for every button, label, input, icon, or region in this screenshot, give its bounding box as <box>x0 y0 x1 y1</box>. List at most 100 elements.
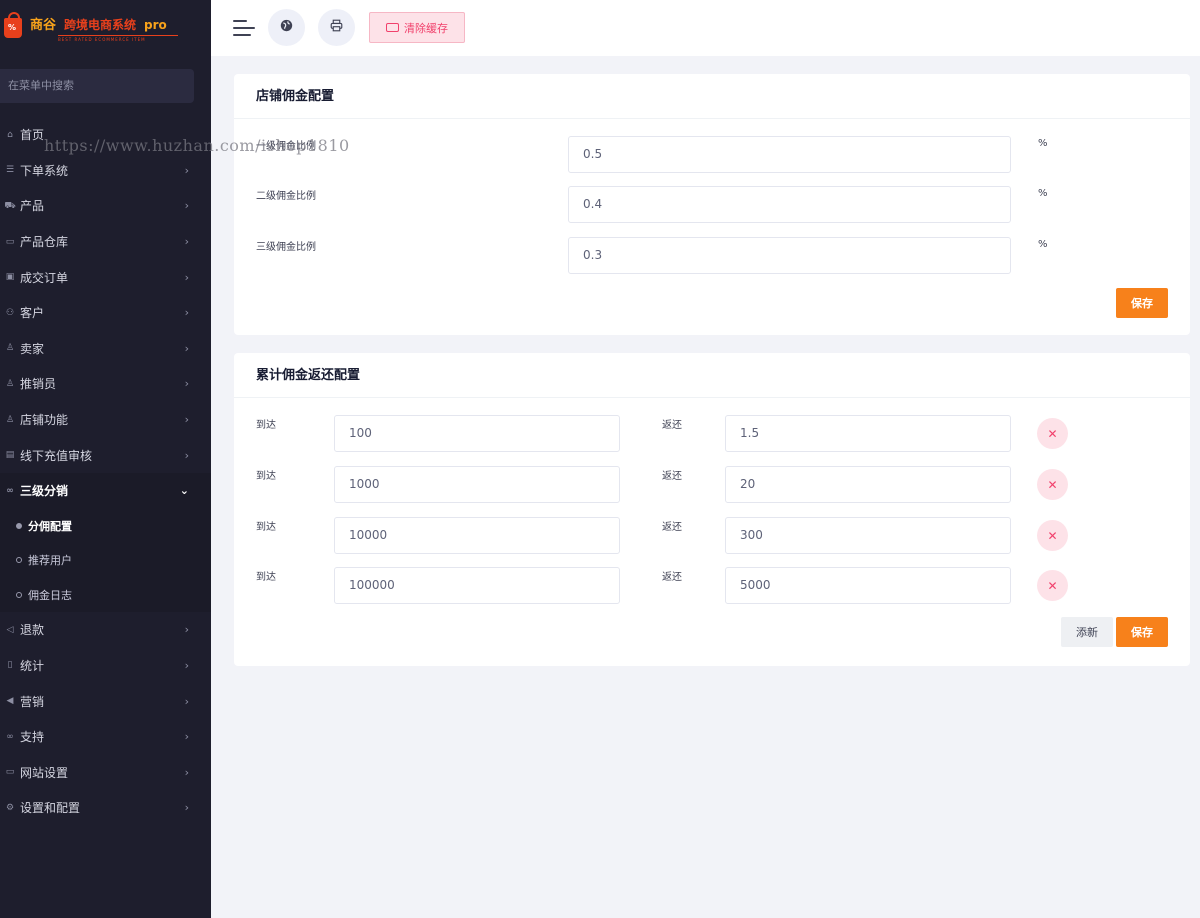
sidebar-item-label: 三级分销 <box>20 484 69 499</box>
brand-name-1: 商谷 <box>30 18 57 33</box>
menu-toggle-icon[interactable] <box>233 18 255 38</box>
commission-save-button[interactable]: 保存 <box>1116 288 1168 318</box>
clear-cache-button[interactable]: 清除缓存 <box>369 12 465 43</box>
delete-row-button[interactable]: ✕ <box>1037 418 1068 449</box>
chevron-right-icon: › <box>184 448 189 462</box>
chevron-right-icon: › <box>184 270 189 284</box>
sidebar-subitem-label: 佣金日志 <box>28 588 72 602</box>
home-icon: ⌂ <box>7 129 13 140</box>
sidebar-item-label: 网站设置 <box>20 765 69 780</box>
sidebar-item[interactable]: ⚇ 客户 › <box>0 295 211 331</box>
delete-row-button[interactable]: ✕ <box>1037 570 1068 601</box>
brand-name-2: 跨境电商系统 <box>64 18 137 32</box>
add-row-button[interactable]: 添新 <box>1061 617 1113 647</box>
delete-row-button[interactable]: ✕ <box>1037 469 1068 500</box>
globe-button[interactable] <box>268 9 305 46</box>
inbox-icon <box>386 23 399 32</box>
close-icon: ✕ <box>1047 426 1058 441</box>
sidebar-subitem[interactable]: 分佣配置 <box>0 508 211 544</box>
reach-label: 到达 <box>256 572 276 583</box>
sidebar-item[interactable]: ☰ 下单系统 › <box>0 153 211 189</box>
money-icon: ▤ <box>5 450 15 461</box>
bullet-icon <box>16 522 22 529</box>
file-icon: ▯ <box>7 660 13 671</box>
reach-label: 到达 <box>256 522 276 533</box>
sidebar-subitem-label: 推荐用户 <box>28 554 72 568</box>
sidebar-item-label: 产品 <box>20 199 45 214</box>
box-icon: ▭ <box>5 236 15 247</box>
sidebar-item-label: 线下充值审核 <box>20 448 93 463</box>
delete-row-button[interactable]: ✕ <box>1037 520 1068 551</box>
chevron-right-icon: › <box>184 199 189 213</box>
monitor-icon: ▭ <box>5 767 15 778</box>
sidebar-item-label: 设置和配置 <box>20 801 81 816</box>
list-icon: ☰ <box>5 165 15 176</box>
level2-commission-input[interactable]: 0.4 <box>568 186 1011 223</box>
chevron-right-icon: › <box>184 623 189 637</box>
sidebar-item-label: 下单系统 <box>20 163 69 178</box>
sidebar-item-label: 成交订单 <box>20 270 69 285</box>
sidebar-item-label: 营销 <box>20 694 45 709</box>
level1-commission-input[interactable]: 0.5 <box>568 136 1011 173</box>
printer-icon <box>330 19 343 36</box>
reach-input[interactable]: 10000 <box>334 517 620 554</box>
sidebar-item[interactable]: ▭ 产品仓库 › <box>0 224 211 260</box>
brand-tagline: BEST RATED ECOMMERCE ITEM <box>58 35 178 42</box>
sidebar-item[interactable]: ▣ 成交订单 › <box>0 259 211 295</box>
sidebar-item[interactable]: ∞ 三级分销 ⌄ <box>0 472 211 509</box>
megaphone-icon: ◀ <box>6 696 14 707</box>
sidebar-item[interactable]: ⚙ 设置和配置 › <box>0 790 211 826</box>
chevron-right-icon: › <box>184 730 189 744</box>
sidebar-item-label: 店铺功能 <box>20 413 69 428</box>
level1-unit: % <box>1038 138 1048 149</box>
sidebar-item[interactable]: ▯ 统计 › <box>0 648 211 684</box>
chevron-right-icon: › <box>184 765 189 779</box>
link-icon: ∞ <box>6 485 14 496</box>
user-icon: ♙ <box>5 378 15 389</box>
chevron-down-icon: ⌄ <box>179 484 189 498</box>
cumulative-save-button[interactable]: 保存 <box>1116 617 1168 647</box>
print-button[interactable] <box>318 9 355 46</box>
reach-input[interactable]: 100000 <box>334 567 620 604</box>
sidebar-item[interactable]: ⛟ 产品 › <box>0 188 211 224</box>
sidebar-subitem[interactable]: 推荐用户 <box>0 543 211 578</box>
sidebar-item[interactable]: ♙ 推销员 › <box>0 366 211 402</box>
return-input[interactable]: 5000 <box>725 567 1011 604</box>
sidebar-item[interactable]: ▤ 线下充值审核 › <box>0 437 211 473</box>
sidebar-subitem[interactable]: 佣金日志 <box>0 577 211 613</box>
watermark-text: https://www.huzhan.com/ishop1810 <box>44 136 350 155</box>
sidebar-item[interactable]: ♙ 卖家 › <box>0 331 211 367</box>
close-icon: ✕ <box>1047 578 1058 593</box>
sidebar-item[interactable]: ◀ 营销 › <box>0 683 211 719</box>
cumulative-return-card: 累计佣金返还配置 到达 100 返还 1.5 ✕ 到达 1000 返还 20 ✕ 到达 10000 返还… <box>234 353 1190 666</box>
commission-card-title: 店铺佣金配置 <box>234 74 1190 119</box>
level3-commission-label: 三级佣金比例 <box>256 242 316 253</box>
back-icon: ◁ <box>6 624 14 635</box>
sidebar-item[interactable]: ◁ 退款 › <box>0 612 211 648</box>
cumulative-card-title: 累计佣金返还配置 <box>234 353 1190 398</box>
chevron-right-icon: › <box>184 658 189 672</box>
bullet-icon <box>16 557 22 564</box>
commission-config-card: 店铺佣金配置 一级佣金比例 0.5 % 二级佣金比例 0.4 % 三级佣金比例 … <box>234 74 1190 335</box>
sidebar-item[interactable]: ♙ 店铺功能 › <box>0 402 211 438</box>
return-input[interactable]: 300 <box>725 517 1011 554</box>
menu-search-input[interactable]: 在菜单中搜索 <box>0 69 194 103</box>
reach-label: 到达 <box>256 420 276 431</box>
sidebar-item-label: 卖家 <box>20 341 45 356</box>
chevron-right-icon: › <box>184 377 189 391</box>
close-icon: ✕ <box>1047 477 1058 492</box>
level3-commission-input[interactable]: 0.3 <box>568 237 1011 274</box>
chevron-right-icon: › <box>184 306 189 320</box>
reach-input[interactable]: 1000 <box>334 466 620 503</box>
sidebar-item[interactable]: ∞ 支持 › <box>0 719 211 755</box>
brand-logo[interactable]: 商谷 跨境电商系统 pro BEST RATED ECOMMERCE ITEM <box>0 0 211 56</box>
ticket-icon: ▣ <box>5 272 15 283</box>
cart-icon: ⛟ <box>4 200 16 211</box>
sidebar-menu: ⌂ 首页 ☰ 下单系统 › ⛟ 产品 › ▭ 产品仓库 › ▣ 成交订单 › ⚇ 客户 › ♙ 卖家 › ♙ 推销员 › ♙ 店… <box>0 117 211 826</box>
chevron-right-icon: › <box>184 163 189 177</box>
return-input[interactable]: 20 <box>725 466 1011 503</box>
return-input[interactable]: 1.5 <box>725 415 1011 452</box>
sidebar-item[interactable]: ▭ 网站设置 › <box>0 754 211 790</box>
reach-input[interactable]: 100 <box>334 415 620 452</box>
sidebar-item-label: 客户 <box>20 306 45 321</box>
